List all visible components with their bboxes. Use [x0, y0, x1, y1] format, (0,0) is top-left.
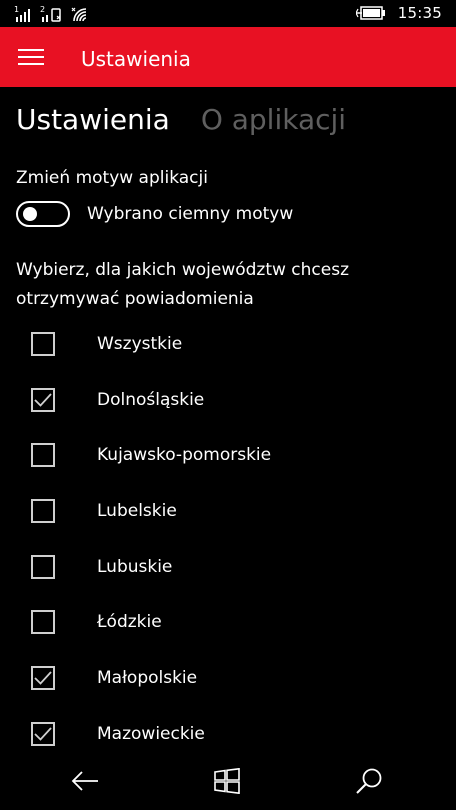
checkbox-item-lubelskie[interactable]: Lubelskie — [31, 483, 441, 539]
checkbox[interactable] — [31, 554, 55, 579]
theme-toggle-switch[interactable] — [16, 201, 70, 227]
checkbox-item-wszystkie[interactable]: Wszystkie — [31, 316, 441, 372]
checkbox-item-lubuskie[interactable]: Lubuskie — [31, 539, 441, 595]
voivodeship-section-label: Wybierz, dla jakich województw chcesz ot… — [16, 260, 350, 309]
checkbox-label: Łódzkie — [97, 612, 162, 633]
tab-settings[interactable]: Ustawienia — [16, 102, 170, 142]
toggle-knob — [23, 207, 37, 221]
checkbox[interactable] — [31, 443, 55, 468]
theme-toggle-row: Wybrano ciemny motyw — [16, 201, 293, 227]
checkbox-item-lodzkie[interactable]: Łódzkie — [31, 594, 441, 650]
checkbox-item-kujawsko-pomorskie[interactable]: Kujawsko-pomorskie — [31, 427, 441, 483]
sim1-label: 1 — [14, 5, 19, 14]
tab-about[interactable]: O aplikacji — [201, 102, 346, 142]
checkbox-label: Lubuskie — [97, 556, 173, 577]
checkbox-item-dolnoslaskie[interactable]: Dolnośląskie — [31, 372, 441, 428]
checkbox-label: Małopolskie — [97, 667, 198, 688]
status-bar: 1 2 15:35 — [0, 0, 456, 27]
back-arrow-icon[interactable] — [68, 764, 102, 798]
checkbox-item-malopolskie[interactable]: Małopolskie — [31, 650, 441, 706]
checkbox[interactable] — [31, 665, 55, 690]
sim2-label: 2 — [40, 5, 45, 14]
checkbox[interactable] — [31, 721, 55, 746]
pivot-header: Ustawienia O aplikacji — [16, 102, 346, 142]
checkbox[interactable] — [31, 331, 55, 356]
checkbox[interactable] — [31, 387, 55, 412]
checkbox[interactable] — [31, 610, 55, 635]
voivodeship-list: Wszystkie Dolnośląskie Kujawsko-pomorski… — [31, 316, 441, 762]
status-icons-right: 15:35 — [355, 2, 442, 24]
signal-icons: 1 2 — [14, 5, 87, 22]
checkbox-label: Wszystkie — [97, 333, 183, 354]
theme-toggle-label: Wybrano ciemny motyw — [87, 204, 294, 224]
checkbox-label: Kujawsko-pomorskie — [97, 445, 272, 466]
page-title: Ustawienia — [81, 47, 191, 71]
theme-section-label: Zmień motyw aplikacji — [16, 168, 208, 188]
checkbox-label: Lubelskie — [97, 500, 177, 521]
search-icon[interactable] — [352, 764, 386, 798]
checkmark-icon — [34, 671, 52, 685]
navigation-bar — [0, 752, 456, 810]
checkbox-label: Mazowieckie — [97, 723, 205, 744]
checkmark-icon — [34, 727, 52, 741]
checkbox[interactable] — [31, 498, 55, 523]
checkmark-icon — [34, 392, 52, 407]
status-icons-left: 1 2 — [14, 4, 124, 22]
battery-charging-icon — [355, 6, 385, 20]
clock: 15:35 — [397, 4, 442, 22]
windows-logo-icon[interactable] — [210, 764, 244, 798]
checkbox-label: Dolnośląskie — [97, 389, 205, 410]
app-bar: Ustawienia — [0, 27, 456, 87]
hamburger-icon[interactable] — [16, 27, 46, 87]
